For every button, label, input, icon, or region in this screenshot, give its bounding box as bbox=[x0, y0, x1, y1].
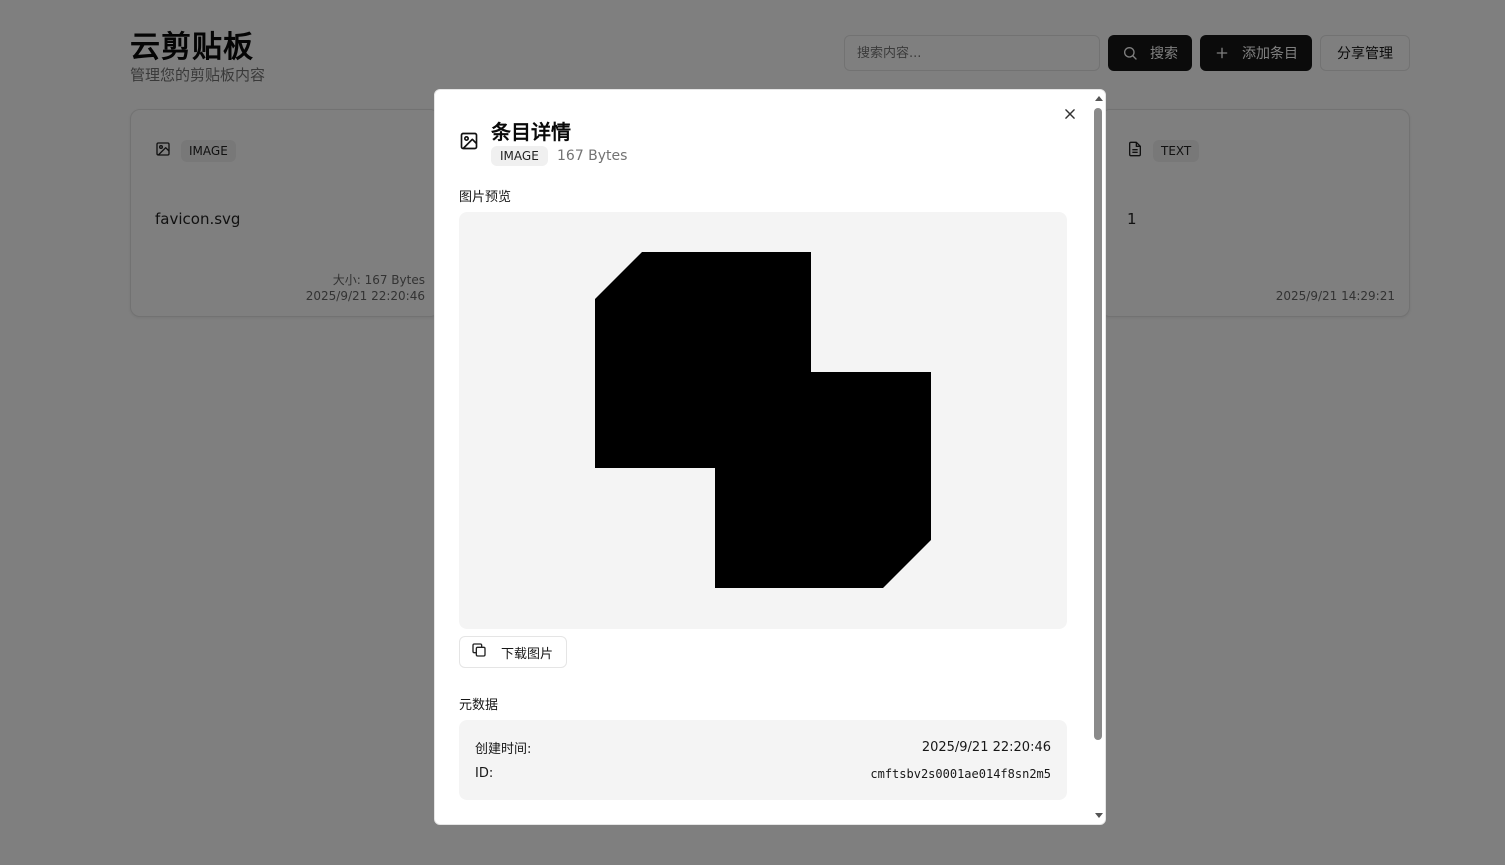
metadata-section-label: 元数据 bbox=[459, 698, 499, 713]
close-button[interactable] bbox=[1058, 103, 1082, 127]
metadata-panel: 创建时间: 2025/9/21 22:20:46 ID: cmftsbv2s00… bbox=[459, 720, 1067, 800]
preview-section-label: 图片预览 bbox=[459, 190, 512, 205]
copy-icon bbox=[471, 642, 487, 662]
item-detail-dialog: 条目详情 IMAGE 167 Bytes 图片预览 下载图片 元数据 创建时间:… bbox=[434, 89, 1106, 825]
created-value: 2025/9/21 22:20:46 bbox=[921, 740, 1051, 755]
scroll-up-arrow-icon[interactable] bbox=[1095, 96, 1103, 101]
dialog-scrollbar[interactable] bbox=[1091, 90, 1105, 824]
id-label: ID: bbox=[475, 766, 494, 781]
close-icon bbox=[1063, 106, 1077, 125]
download-image-button[interactable]: 下载图片 bbox=[459, 636, 567, 668]
metadata-row-id: ID: cmftsbv2s0001ae014f8sn2m5 bbox=[475, 766, 1051, 781]
id-value: cmftsbv2s0001ae014f8sn2m5 bbox=[870, 766, 1051, 781]
scroll-down-arrow-icon[interactable] bbox=[1095, 813, 1103, 818]
dialog-title: 条目详情 bbox=[491, 120, 571, 144]
image-preview bbox=[459, 212, 1067, 629]
item-size: 167 Bytes bbox=[557, 148, 628, 164]
created-label: 创建时间: bbox=[475, 742, 532, 757]
image-icon bbox=[459, 131, 479, 155]
scrollbar-thumb[interactable] bbox=[1094, 108, 1102, 740]
download-image-button-label: 下载图片 bbox=[501, 646, 554, 662]
preview-image bbox=[595, 252, 931, 588]
metadata-row-created: 创建时间: 2025/9/21 22:20:46 bbox=[475, 738, 1051, 757]
type-badge: IMAGE bbox=[491, 146, 548, 166]
